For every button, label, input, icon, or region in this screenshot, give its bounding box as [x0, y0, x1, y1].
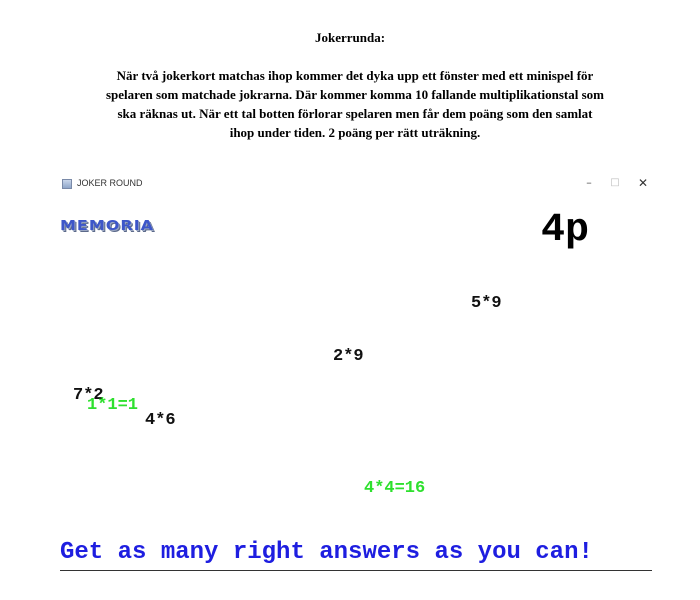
- document-paragraph: När två jokerkort matchas ihop kommer de…: [106, 68, 604, 140]
- minimize-button[interactable]: –: [580, 175, 598, 191]
- falling-task: 5*9: [471, 294, 502, 313]
- score-display: 4p: [541, 208, 590, 253]
- falling-task: 4*6: [145, 411, 176, 430]
- joker-round-window: JOKER ROUND – □ ✕ MEMORIA 4p 5*9 2*9 7*2…: [56, 170, 656, 590]
- close-button[interactable]: ✕: [634, 175, 652, 191]
- falling-task: 2*9: [333, 347, 364, 366]
- footer-divider: [60, 570, 652, 571]
- document-heading: Jokerrunda:: [314, 30, 386, 45]
- instruction-message: Get as many right answers as you can!: [60, 539, 593, 566]
- maximize-button[interactable]: □: [606, 175, 624, 191]
- java-cup-icon: [62, 179, 72, 189]
- memoria-logo: MEMORIA: [60, 217, 155, 234]
- solved-task: 1*1=1: [87, 396, 139, 415]
- solved-task: 4*4=16: [364, 479, 426, 498]
- window-titlebar[interactable]: JOKER ROUND – □ ✕: [56, 170, 656, 198]
- window-title: JOKER ROUND: [77, 178, 143, 188]
